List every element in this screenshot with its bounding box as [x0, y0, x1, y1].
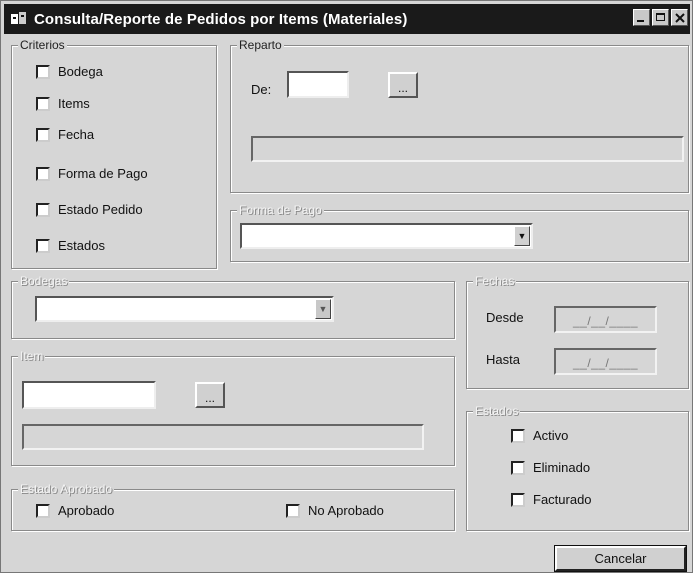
- checkbox-forma-pago[interactable]: Forma de Pago: [36, 166, 148, 181]
- checkbox-box[interactable]: [36, 202, 50, 217]
- forma-pago-select[interactable]: ▼: [240, 223, 533, 249]
- estados-group: Estados Activo Eliminado Facturado: [466, 403, 689, 531]
- criterios-group: Criterios Bodega Items Fecha Forma de Pa…: [11, 37, 217, 269]
- reparto-description-field: [251, 136, 684, 162]
- item-code-input[interactable]: [22, 381, 156, 409]
- item-description-field: [22, 424, 424, 450]
- checkbox-aprobado[interactable]: Aprobado: [36, 503, 114, 518]
- checkbox-no-aprobado[interactable]: No Aprobado: [286, 503, 384, 518]
- checkbox-estados[interactable]: Estados: [36, 238, 105, 253]
- fechas-group: Fechas Desde __/__/____ Hasta __/__/____: [466, 273, 689, 389]
- item-group: Item ...: [11, 348, 455, 466]
- checkbox-label: Activo: [533, 428, 569, 443]
- checkbox-label: Items: [58, 96, 90, 111]
- chevron-down-icon[interactable]: ▼: [514, 226, 530, 246]
- checkbox-label: Fecha: [58, 127, 95, 142]
- checkbox-label: No Aprobado: [308, 503, 384, 518]
- close-icon[interactable]: [671, 9, 688, 26]
- checkbox-box[interactable]: [511, 460, 525, 475]
- checkbox-facturado[interactable]: Facturado: [511, 492, 592, 507]
- checkbox-fecha[interactable]: Fecha: [36, 127, 94, 142]
- checkbox-label: Aprobado: [58, 503, 115, 518]
- forma-pago-legend: Forma de Pago: [237, 202, 324, 218]
- checkbox-label: Bodega: [58, 64, 103, 79]
- hasta-date-input[interactable]: __/__/____: [554, 348, 657, 375]
- maximize-icon[interactable]: [652, 9, 669, 26]
- app-icon: [10, 11, 28, 27]
- title-bar: Consulta/Reporte de Pedidos por Items (M…: [4, 4, 690, 34]
- checkbox-box[interactable]: [36, 166, 50, 181]
- item-browse-button[interactable]: ...: [195, 382, 225, 408]
- forma-pago-group: Forma de Pago ▼: [230, 202, 689, 262]
- reparto-browse-button[interactable]: ...: [388, 72, 418, 98]
- checkbox-box[interactable]: [511, 428, 525, 443]
- reparto-de-label: De:: [251, 82, 272, 97]
- desde-label: Desde: [486, 310, 524, 325]
- checkbox-box[interactable]: [36, 96, 50, 111]
- checkbox-label: Facturado: [533, 492, 592, 507]
- checkbox-box[interactable]: [36, 127, 50, 142]
- main-window: Consulta/Reporte de Pedidos por Items (M…: [0, 0, 693, 573]
- checkbox-box[interactable]: [36, 503, 50, 518]
- window-controls: [633, 9, 688, 26]
- bodegas-group: Bodegas ▼: [11, 273, 455, 339]
- hasta-label: Hasta: [486, 352, 520, 367]
- checkbox-eliminado[interactable]: Eliminado: [511, 460, 590, 475]
- checkbox-bodega[interactable]: Bodega: [36, 64, 103, 79]
- checkbox-items[interactable]: Items: [36, 96, 90, 111]
- checkbox-activo[interactable]: Activo: [511, 428, 568, 443]
- minimize-icon[interactable]: [633, 9, 650, 26]
- checkbox-box[interactable]: [36, 64, 50, 79]
- estados-legend: Estados: [473, 403, 521, 419]
- criterios-legend: Criterios: [18, 37, 67, 53]
- chevron-down-icon[interactable]: ▼: [315, 299, 331, 319]
- checkbox-label: Estados: [58, 238, 105, 253]
- checkbox-label: Eliminado: [533, 460, 591, 475]
- checkbox-box[interactable]: [36, 238, 50, 253]
- checkbox-label: Estado Pedido: [58, 202, 143, 217]
- checkbox-label: Forma de Pago: [58, 166, 148, 181]
- reparto-group: Reparto De: ...: [230, 37, 689, 193]
- window-title: Consulta/Reporte de Pedidos por Items (M…: [34, 10, 408, 28]
- cancel-button[interactable]: Cancelar: [554, 545, 687, 572]
- reparto-legend: Reparto: [237, 37, 284, 53]
- estado-aprobado-legend: Estado Aprobado: [18, 481, 115, 497]
- checkbox-box[interactable]: [286, 503, 300, 518]
- fechas-legend: Fechas: [473, 273, 517, 289]
- estado-aprobado-group: Estado Aprobado Aprobado No Aprobado: [11, 481, 455, 531]
- reparto-de-input[interactable]: [287, 71, 349, 98]
- checkbox-box[interactable]: [511, 492, 525, 507]
- checkbox-estado-pedido[interactable]: Estado Pedido: [36, 202, 143, 217]
- desde-date-input[interactable]: __/__/____: [554, 306, 657, 333]
- bodegas-select[interactable]: ▼: [35, 296, 334, 322]
- bodegas-legend: Bodegas: [18, 273, 70, 289]
- item-legend: Item: [18, 348, 46, 364]
